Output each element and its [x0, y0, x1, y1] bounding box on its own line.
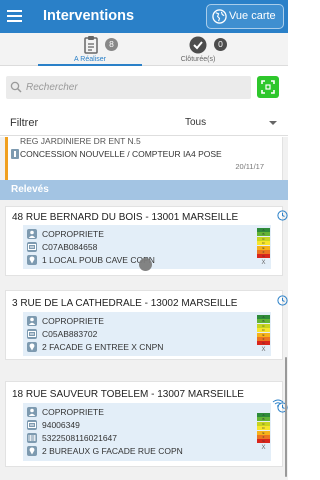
- energy-class-bar: B: [257, 417, 270, 422]
- filter-label: Filtrer: [10, 117, 39, 129]
- scan-icon: [261, 80, 275, 94]
- map-view-button[interactable]: Vue carte: [206, 4, 284, 29]
- energy-class-bar: G: [257, 439, 270, 444]
- intervention-line: REG JARDINIERE DR ENT N.5: [20, 137, 141, 146]
- map-view-label: Vue carte: [229, 10, 276, 22]
- card-details: COPROPRIETE C05AB883702 2 FACADE G ENTRE…: [23, 312, 271, 356]
- scan-button[interactable]: [257, 76, 279, 98]
- detail-text: C07AB084658: [42, 242, 98, 252]
- filter-select[interactable]: Tous: [180, 112, 280, 132]
- user-icon: [27, 407, 37, 417]
- energy-label: ABCDEFGX: [257, 315, 270, 353]
- user-icon: [27, 229, 37, 239]
- globe-icon: [212, 9, 227, 24]
- energy-class-bar: D: [257, 328, 270, 333]
- card-address: 48 RUE BERNARD DU BOIS - 13001 MARSEILLE: [12, 212, 239, 223]
- intervention-card[interactable]: REG JARDINIERE DR ENT N.5 CONCESSION NOU…: [5, 137, 283, 183]
- energy-class-bar: E: [257, 430, 270, 435]
- energy-mark: X: [261, 260, 266, 266]
- energy-class-bar: C: [257, 236, 270, 241]
- energy-mark: X: [261, 347, 266, 353]
- energy-class-bar: D: [257, 426, 270, 431]
- energy-mark: X: [261, 445, 266, 451]
- barcode-icon: [27, 433, 37, 443]
- clipboard-icon: [84, 36, 98, 54]
- tab-count-badge: 8: [105, 38, 118, 51]
- detail-text: COPROPRIETE: [42, 407, 104, 417]
- id-card-icon: [27, 420, 37, 430]
- scrollbar[interactable]: [285, 357, 287, 477]
- tab-cloturees[interactable]: 0 Clôturée(s): [146, 33, 250, 66]
- energy-class-bar: F: [257, 250, 270, 254]
- clock-icon: [277, 210, 288, 221]
- status-tabs: 8 A Réaliser 0 Clôturée(s): [0, 33, 288, 66]
- energy-class-bar: D: [257, 241, 270, 246]
- detail-text: 532250811602164​7: [42, 433, 118, 443]
- card-details: COPROPRIETE 94006349 532250811602164​7 2…: [23, 403, 271, 461]
- energy-class-bar: A: [257, 228, 270, 232]
- energy-class-bar: C: [257, 421, 270, 426]
- intervention-card[interactable]: 3 RUE DE LA CATHEDRALE - 13002 MARSEILLE…: [5, 290, 288, 360]
- section-header: Relevés: [0, 180, 288, 200]
- energy-label: ABCDEFGX: [257, 413, 270, 451]
- detail-text: C05AB883702: [42, 329, 98, 339]
- detail-text: COPROPRIETE: [42, 316, 104, 326]
- energy-class-bar: B: [257, 319, 270, 324]
- check-circle-icon: [189, 36, 207, 54]
- energy-label: ABCDEFGX: [257, 228, 270, 266]
- energy-class-bar: E: [257, 245, 270, 250]
- tab-label: A Réaliser: [74, 56, 106, 63]
- section-title: Relevés: [11, 184, 49, 195]
- location-pin-icon: [27, 446, 37, 456]
- app-header: Interventions Vue carte: [0, 0, 288, 33]
- touch-indicator: [139, 258, 152, 271]
- intervention-line: CONCESSION NOUVELLE / COMPTEUR IA4 POSE: [20, 149, 222, 159]
- detail-text: 2 BUREAUX G FACADE RUE COPN: [42, 446, 183, 456]
- search-input[interactable]: [26, 80, 244, 95]
- energy-class-bar: A: [257, 315, 270, 319]
- intervention-list: REG JARDINIERE DR ENT N.5 CONCESSION NOU…: [0, 137, 288, 480]
- energy-class-bar: F: [257, 435, 270, 439]
- search-bar: [0, 72, 288, 104]
- clock-icon: [277, 295, 288, 306]
- filter-selected-value: Tous: [185, 117, 207, 128]
- info-icon: [11, 149, 19, 159]
- search-box: [6, 76, 251, 99]
- id-card-icon: [27, 242, 37, 252]
- card-address: 18 RUE SAUVEUR TOBELEM - 13007 MARSEILLE: [12, 389, 244, 400]
- intervention-date: 20/11/17: [235, 162, 264, 171]
- page-title: Interventions: [43, 8, 135, 24]
- energy-class-bar: B: [257, 232, 270, 237]
- location-pin-icon: [27, 255, 37, 265]
- detail-text: COPROPRIETE: [42, 229, 104, 239]
- detail-text: 94006349: [42, 420, 80, 430]
- card-address: 3 RUE DE LA CATHEDRALE - 13002 MARSEILLE: [12, 298, 238, 309]
- tab-label: Clôturée(s): [180, 56, 216, 63]
- user-icon: [27, 316, 37, 326]
- energy-class-bar: C: [257, 323, 270, 328]
- id-card-icon: [27, 329, 37, 339]
- energy-class-bar: G: [257, 341, 270, 346]
- energy-class-bar: F: [257, 337, 270, 341]
- tab-count-badge: 0: [214, 38, 227, 51]
- tab-a-realiser[interactable]: 8 A Réaliser: [38, 33, 142, 66]
- detail-text: 1 LOCAL POUB CAVE COPN: [42, 255, 155, 265]
- detail-text: 2 FACADE G ENTREE X CNPN: [42, 342, 164, 352]
- wifi-icon: [272, 399, 284, 407]
- energy-class-bar: A: [257, 413, 270, 417]
- chevron-down-icon: [269, 121, 277, 125]
- location-pin-icon: [27, 342, 37, 352]
- hamburger-menu-icon[interactable]: [7, 9, 22, 23]
- search-icon: [10, 81, 22, 93]
- energy-class-bar: G: [257, 254, 270, 259]
- energy-class-bar: E: [257, 332, 270, 337]
- filter-row: Filtrer Tous: [0, 108, 288, 136]
- intervention-card[interactable]: 18 RUE SAUVEUR TOBELEM - 13007 MARSEILLE…: [5, 381, 288, 467]
